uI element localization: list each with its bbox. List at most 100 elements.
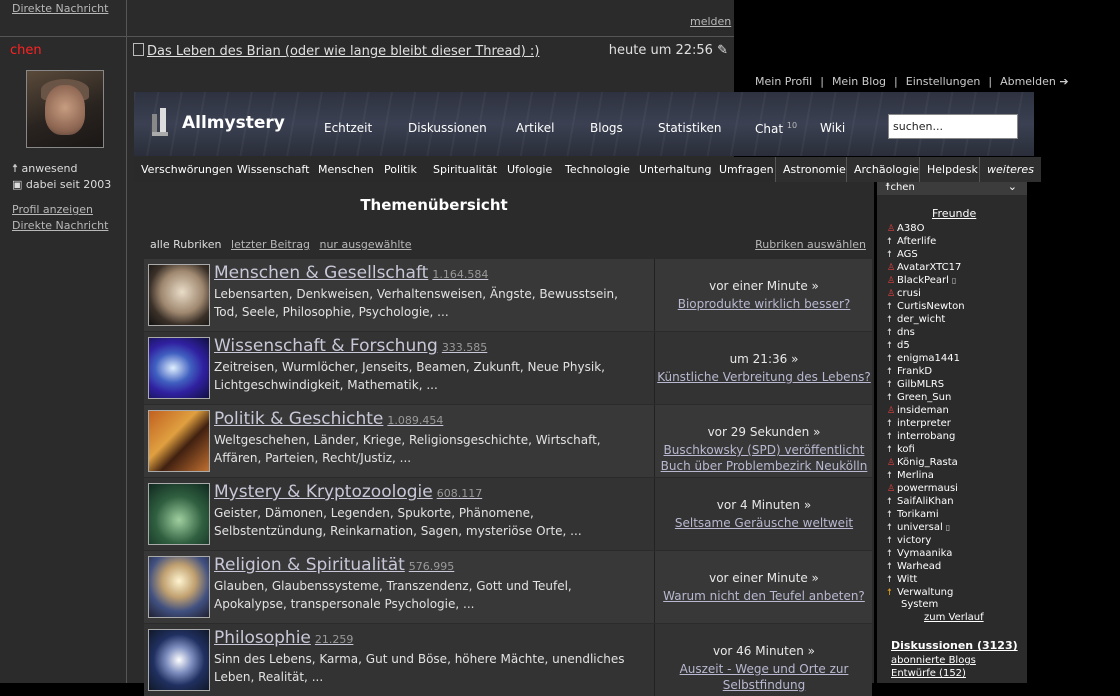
last-post-link[interactable]: Warum nicht den Teufel anbeten? [655, 588, 873, 604]
friend-item[interactable]: ☨ Verwaltung [887, 586, 953, 600]
nav-wiki[interactable]: Wiki [820, 121, 845, 135]
profile-link[interactable]: Profil anzeigen [12, 203, 93, 216]
nav-echtzeit[interactable]: Echtzeit [324, 121, 372, 135]
subnav-weiteres[interactable]: weiteres [979, 157, 1041, 182]
category-image[interactable] [148, 483, 210, 545]
my-profile-link[interactable]: Mein Profil [755, 75, 812, 88]
subnav-helpdesk[interactable]: Helpdesk [919, 157, 985, 182]
search-input[interactable]: suchen... [888, 114, 1018, 139]
subnav-technologie[interactable]: Technologie [565, 157, 630, 182]
friend-item[interactable]: ♙ AvatarXTC17 [887, 261, 961, 275]
category-image[interactable] [148, 264, 210, 326]
sidebar-user-toggle[interactable]: ☨chen ⌄ [877, 180, 1027, 195]
friend-item[interactable]: ☨ Merlina [887, 469, 934, 483]
friend-item[interactable]: ☨ interpreter [887, 417, 951, 431]
friend-item[interactable]: ☨ Warhead [887, 560, 941, 574]
last-post-time[interactable]: vor einer Minute » [655, 279, 873, 293]
friend-item[interactable]: ☨ Green_Sun [887, 391, 951, 405]
subnav-menschen[interactable]: Menschen [318, 157, 374, 182]
subscribed-blogs-link[interactable]: abonnierte Blogs [891, 655, 976, 666]
friend-item[interactable]: ☨ victory [887, 534, 931, 548]
category-link[interactable]: Menschen & Gesellschaft 1.164.584 [214, 263, 488, 283]
direct-message-link[interactable]: Direkte Nachricht [12, 219, 108, 232]
category-link[interactable]: Mystery & Kryptozoologie 608.117 [214, 482, 482, 502]
nav-chat[interactable]: Chat 10 [755, 121, 797, 136]
last-post-link[interactable]: Seltsame Geräusche weltweit [655, 515, 873, 531]
last-post-link[interactable]: Bioprodukte wirklich besser? [655, 296, 873, 312]
friend-item[interactable]: ☨ universal ▯ [887, 521, 950, 535]
friend-item[interactable]: ☨ Witt [887, 573, 917, 587]
friend-item[interactable]: ☨ dns [887, 326, 915, 340]
report-link[interactable]: melden [690, 15, 731, 28]
subnav-spiritualitaet[interactable]: Spiritualität [433, 157, 497, 182]
friend-item[interactable]: ☨ enigma1441 [887, 352, 960, 366]
friend-item[interactable]: ♙ A38O [887, 222, 924, 236]
subnav-umfragen[interactable]: Umfragen [719, 157, 774, 182]
logout-link[interactable]: Abmelden ➔ [1000, 75, 1068, 88]
thread-link[interactable]: Das Leben des Brian (oder wie lange blei… [147, 44, 539, 59]
nav-statistiken[interactable]: Statistiken [658, 121, 722, 135]
last-post-time[interactable]: vor einer Minute » [655, 571, 873, 585]
chevron-down-icon[interactable]: ⌄ [1008, 180, 1017, 193]
nav-diskussionen[interactable]: Diskussionen [408, 121, 487, 135]
last-post-link[interactable]: Künstliche Verbreitung des Lebens? [655, 369, 873, 385]
friend-item[interactable]: ♙ crusi [887, 287, 921, 301]
friend-item[interactable]: ☨ interrobang [887, 430, 955, 444]
settings-link[interactable]: Einstellungen [906, 75, 981, 88]
last-post-time[interactable]: vor 46 Minuten » [655, 644, 873, 658]
category-description: Sinn des Lebens, Karma, Gut und Böse, hö… [214, 652, 625, 684]
friend-item[interactable]: ☨ Vymaanika [887, 547, 952, 561]
last-post-time[interactable]: vor 4 Minuten » [655, 498, 873, 512]
friend-item[interactable]: ☨ Afterlife [887, 235, 936, 249]
filter-all[interactable]: alle Rubriken [150, 238, 222, 251]
post-username[interactable]: chen [10, 43, 42, 58]
my-blog-link[interactable]: Mein Blog [832, 75, 886, 88]
friend-item[interactable]: ☨ kofi [887, 443, 915, 457]
choose-categories-link[interactable]: Rubriken auswählen [755, 238, 866, 251]
edit-icon[interactable]: ✎ [717, 43, 728, 58]
friend-item[interactable]: ☨ CurtisNewton [887, 300, 965, 314]
friend-item[interactable]: ☨ d5 [887, 339, 910, 353]
friends-title[interactable]: Freunde [932, 207, 976, 220]
subnav-wissenschaft[interactable]: Wissenschaft [237, 157, 309, 182]
friend-item[interactable]: ♙ BlackPearl ▯ [887, 274, 956, 288]
direct-message-link-top[interactable]: Direkte Nachricht [12, 2, 108, 15]
site-logo[interactable]: Allmystery [150, 108, 285, 138]
category-link[interactable]: Religion & Spiritualität 576.995 [214, 555, 454, 575]
subnav-archaeologie[interactable]: Archäologie [846, 157, 926, 182]
friend-item[interactable]: ☨ SaifAliKhan [887, 495, 954, 509]
filter-last-post[interactable]: letzter Beitrag [231, 238, 310, 251]
subnav-ufologie[interactable]: Ufologie [507, 157, 552, 182]
last-post-time[interactable]: vor 29 Sekunden » [655, 425, 873, 439]
subnav-politik[interactable]: Politik [384, 157, 417, 182]
drafts-link[interactable]: Entwürfe (152) [891, 668, 966, 679]
category-image[interactable] [148, 337, 210, 399]
nav-blogs[interactable]: Blogs [590, 121, 623, 135]
friend-item[interactable]: ☨ Torikami [887, 508, 939, 522]
subnav-verschwoerungen[interactable]: Verschwörungen [141, 157, 233, 182]
category-link[interactable]: Politik & Geschichte 1.089.454 [214, 409, 443, 429]
online-status: ☨ anwesend [12, 162, 78, 175]
history-link[interactable]: zum Verlauf [924, 612, 984, 623]
nav-artikel[interactable]: Artikel [516, 121, 554, 135]
category-image[interactable] [148, 556, 210, 618]
discussions-link[interactable]: Diskussionen (3123) [891, 639, 1018, 652]
last-post-link[interactable]: Auszeit - Wege und Orte zur Selbstfindun… [655, 661, 873, 693]
friend-item[interactable]: ☨ FrankD [887, 365, 932, 379]
category-image[interactable] [148, 410, 210, 472]
last-post-time[interactable]: um 21:36 » [655, 352, 873, 366]
friend-item[interactable]: ♙ powermausi [887, 482, 958, 496]
filter-selected[interactable]: nur ausgewählte [319, 238, 411, 251]
category-image[interactable] [148, 629, 210, 691]
avatar[interactable] [26, 70, 104, 148]
friend-item[interactable]: ♙ insideman [887, 404, 949, 418]
friend-item[interactable]: ☨ GilbMLRS [887, 378, 944, 392]
subnav-astronomie[interactable]: Astronomie [775, 157, 853, 182]
subnav-unterhaltung[interactable]: Unterhaltung [639, 157, 711, 182]
friend-item[interactable]: ☨ der_wicht [887, 313, 945, 327]
category-link[interactable]: Philosophie 21.259 [214, 628, 353, 648]
category-link[interactable]: Wissenschaft & Forschung 333.585 [214, 336, 487, 356]
friend-item[interactable]: ☨ AGS [887, 248, 918, 262]
last-post-link[interactable]: Buschkowsky (SPD) veröffentlicht Buch üb… [655, 442, 873, 474]
friend-item[interactable]: ♙ König_Rasta [887, 456, 958, 470]
